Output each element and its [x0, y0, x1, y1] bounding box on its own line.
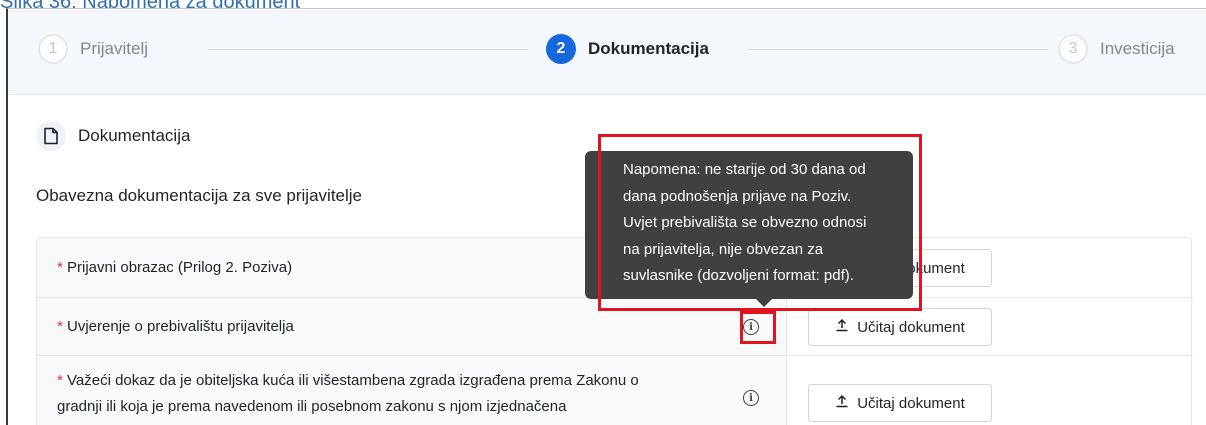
- upload-icon: [835, 394, 849, 412]
- step-number: 3: [1058, 34, 1088, 64]
- required-mark: *: [57, 372, 63, 389]
- section-title: Dokumentacija: [78, 126, 191, 145]
- step-label: Dokumentacija: [588, 39, 709, 58]
- document-name: * Uvjerenje o prebivalištu prijavitelja: [57, 314, 294, 340]
- upload-label: Učitaj dokument: [857, 394, 965, 412]
- step-investicija[interactable]: 3 Investicija: [1058, 33, 1175, 65]
- required-mark: *: [57, 318, 63, 335]
- upload-label: Učitaj dokument: [857, 318, 965, 336]
- progress-stepper: 1 Prijavitelj 2 Dokumentacija 3 Investic…: [8, 9, 1206, 95]
- upload-button[interactable]: Učitaj dokument: [808, 308, 992, 346]
- document-label-line1: Važeći dokaz da je obiteljska kuća ili v…: [67, 372, 639, 389]
- section-subtitle: Obavezna dokumentacija za sve prijavitel…: [36, 186, 363, 205]
- upload-button[interactable]: Učitaj dokument: [808, 384, 992, 422]
- application-frame: 1 Prijavitelj 2 Dokumentacija 3 Investic…: [6, 8, 1206, 425]
- tooltip-highlight-box: [598, 134, 922, 311]
- info-icon-highlight-box: [740, 311, 776, 344]
- step-label: Prijavitelj: [80, 39, 149, 58]
- info-icon[interactable]: i: [743, 390, 759, 406]
- table-row: * Važeći dokaz da je obiteljska kuća ili…: [37, 356, 1193, 425]
- required-mark: *: [57, 259, 63, 276]
- step-prijavitelj[interactable]: 1 Prijavitelj: [38, 33, 148, 65]
- document-label: Uvjerenje o prebivalištu prijavitelja: [67, 318, 294, 335]
- step-number: 1: [38, 34, 68, 64]
- document-name: * Prijavni obrazac (Prilog 2. Poziva): [57, 255, 292, 281]
- upload-icon: [835, 318, 849, 336]
- document-icon: [36, 121, 66, 151]
- section-header: Dokumentacija: [36, 121, 190, 151]
- step-connector: [748, 49, 1048, 50]
- step-label: Investicija: [1100, 39, 1175, 58]
- document-name: * Važeći dokaz da je obiteljska kuća ili…: [57, 368, 639, 420]
- step-number: 2: [546, 34, 576, 64]
- document-label-line2: gradnji ili koja je prema navedenom ili …: [57, 398, 567, 415]
- step-connector: [208, 49, 528, 50]
- step-dokumentacija[interactable]: 2 Dokumentacija: [546, 33, 709, 65]
- document-label: Prijavni obrazac (Prilog 2. Poziva): [67, 259, 293, 276]
